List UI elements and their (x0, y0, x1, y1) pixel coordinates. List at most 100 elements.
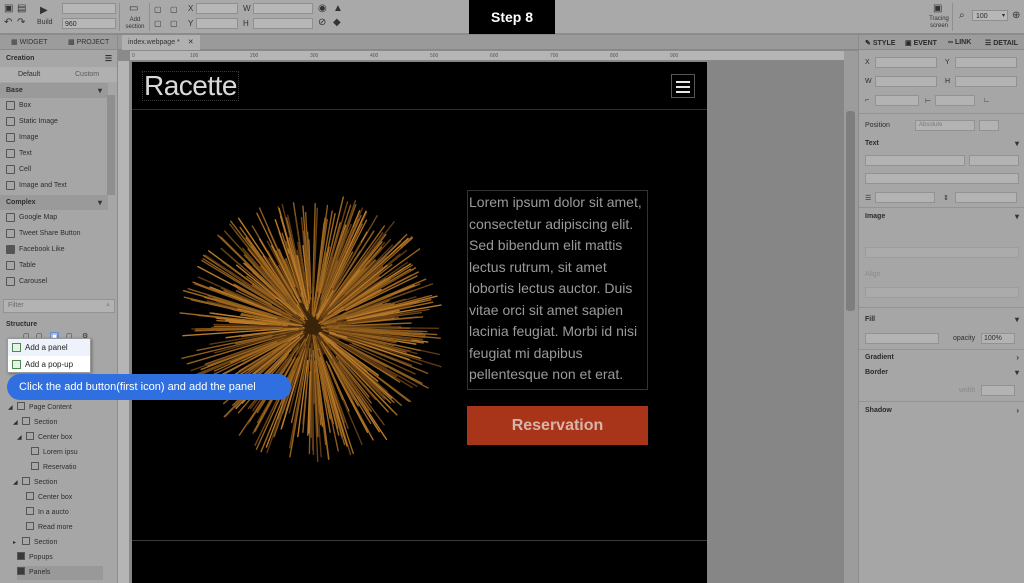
tab-detail[interactable]: ☰ DETAIL (985, 39, 1018, 47)
tab-style[interactable]: ✎ STYLE (865, 39, 895, 47)
widget-list-scrollbar[interactable] (107, 95, 115, 195)
design-canvas[interactable]: Racette Lorem ipsum dolor sit amet, cons… (130, 61, 844, 583)
widget-box[interactable]: Box (0, 98, 108, 113)
position-option[interactable] (979, 120, 999, 131)
canvas-scrollbar[interactable] (844, 51, 858, 583)
base-header[interactable]: Base ▾ (0, 83, 108, 98)
tab-event[interactable]: ▣ EVENT (905, 39, 937, 47)
letter-spacing-input[interactable] (955, 192, 1017, 203)
align-top-icon[interactable]: ▢ (154, 19, 162, 29)
width-select[interactable]: 960 (62, 18, 116, 29)
complex-header[interactable]: Complex ▾ (0, 195, 108, 210)
image-section[interactable]: Image ▾ (859, 210, 1024, 224)
x-input[interactable] (875, 57, 937, 68)
align-left-icon[interactable]: ▢ (154, 5, 162, 15)
border-section[interactable]: Border ▾ (859, 366, 1024, 380)
list-icon[interactable]: ☰ (105, 51, 112, 66)
image-options[interactable] (865, 247, 1019, 258)
save-icon[interactable]: ▣ (4, 4, 13, 14)
redo-icon[interactable]: ↷ (17, 18, 25, 28)
zoom-select[interactable]: 100 ▾ (972, 10, 1008, 21)
filter-input[interactable]: Filter ⌕ (3, 299, 115, 313)
y-field[interactable] (196, 18, 238, 29)
site-header[interactable]: Racette (132, 62, 707, 110)
widget-tweet-share[interactable]: Tweet Share Button (0, 226, 108, 241)
add-popup-item[interactable]: Add a pop-up (8, 356, 90, 373)
tab-index-webpage[interactable]: index.webpage * ✕ (122, 35, 200, 50)
tab-widget[interactable]: ▦ WIDGET (11, 38, 48, 46)
y-input[interactable] (955, 57, 1017, 68)
position-select[interactable]: Absolute (915, 120, 975, 131)
menu-icon[interactable] (671, 74, 695, 98)
border-width-input[interactable] (981, 385, 1015, 396)
tab-link[interactable]: ∞ LINK (948, 39, 971, 46)
align-middle-icon[interactable]: ▢ (170, 19, 178, 29)
tree-item-section[interactable]: ▸ Section (13, 536, 57, 550)
tree-item-page-content[interactable]: ◢ Page Content (8, 401, 72, 415)
visibility-icon[interactable]: ◉ (318, 4, 327, 14)
pasta-image[interactable] (172, 187, 452, 467)
tracing-screen-icon[interactable]: ▣ (933, 4, 942, 14)
spacing-input[interactable] (935, 95, 975, 106)
tree-item-text[interactable]: Lorem ipsu (31, 446, 78, 460)
corner-radius-input[interactable] (875, 95, 919, 106)
scrollbar-thumb[interactable] (846, 111, 855, 311)
widget-google-map[interactable]: Google Map (0, 210, 108, 225)
line-height-input[interactable] (875, 192, 935, 203)
w-field[interactable] (253, 3, 313, 14)
widget-carousel[interactable]: Carousel (0, 274, 108, 289)
widget-image-and-text[interactable]: Image and Text (0, 178, 108, 193)
font-select[interactable] (865, 155, 965, 166)
webpage-preview[interactable]: Racette Lorem ipsum dolor sit amet, cons… (132, 62, 707, 583)
opacity-input[interactable]: 100% (981, 333, 1015, 344)
widget-table[interactable]: Table (0, 258, 108, 273)
fill-icon[interactable]: ◆ (333, 18, 341, 28)
device-select[interactable] (62, 3, 116, 14)
lock-icon[interactable]: ▲ (333, 4, 343, 14)
font-size-select[interactable] (969, 155, 1019, 166)
gradient-section[interactable]: Gradient › (859, 351, 1024, 365)
shadow-section[interactable]: Shadow › (859, 404, 1024, 418)
tree-item-section[interactable]: ◢ Section (13, 476, 57, 490)
tree-item-panels[interactable]: Panels (17, 566, 103, 580)
add-section-icon[interactable]: ▭ (129, 4, 138, 14)
save-all-icon[interactable]: ▤ (17, 4, 26, 14)
close-icon[interactable]: ✕ (188, 39, 194, 46)
tree-item-text[interactable]: In a aucto (26, 506, 69, 520)
h-input[interactable] (955, 76, 1017, 87)
widget-static-image[interactable]: Static Image (0, 114, 108, 129)
tree-item-text[interactable]: Read more (26, 521, 73, 535)
add-section-button[interactable]: Add section (124, 17, 146, 31)
widget-image[interactable]: Image (0, 130, 108, 145)
site-logo[interactable]: Racette (142, 71, 239, 101)
add-panel-item[interactable]: Add a panel (8, 339, 90, 356)
align-options[interactable] (865, 287, 1019, 298)
build-button[interactable]: Build (37, 19, 53, 27)
tracing-screen-button[interactable]: Tracing screen (926, 16, 952, 30)
tree-item-section[interactable]: ◢ Section (13, 416, 57, 430)
tree-item-text[interactable]: Reservatio (31, 461, 76, 475)
w-input[interactable] (875, 76, 937, 87)
hide-icon[interactable]: ⊘ (318, 18, 326, 28)
subtab-custom[interactable]: Custom (75, 67, 99, 82)
zoom-in-icon[interactable]: ⊕ (1012, 11, 1020, 21)
lorem-text-box[interactable]: Lorem ipsum dolor sit amet, consectetur … (467, 190, 648, 390)
tree-item-center-box[interactable]: Center box (26, 491, 72, 505)
widget-facebook-like[interactable]: Facebook Like (0, 242, 108, 257)
x-field[interactable] (196, 3, 238, 14)
undo-icon[interactable]: ↶ (4, 18, 12, 28)
build-icon[interactable]: ▶ (40, 6, 48, 16)
reservation-button[interactable]: Reservation (467, 406, 648, 445)
fill-section[interactable]: Fill ▾ (859, 313, 1024, 327)
tree-item-popups[interactable]: Popups (17, 551, 53, 565)
h-field[interactable] (253, 18, 313, 29)
text-align-bar[interactable] (865, 173, 1019, 184)
subtab-default[interactable]: Default (18, 67, 40, 82)
text-section[interactable]: Text ▾ (859, 137, 1024, 151)
widget-cell[interactable]: Cell (0, 162, 108, 177)
fill-color-input[interactable] (865, 333, 939, 344)
tab-project[interactable]: ▩ PROJECT (68, 38, 109, 46)
tree-item-center-box[interactable]: ◢ Center box (17, 431, 72, 445)
widget-text[interactable]: Text (0, 146, 108, 161)
align-center-icon[interactable]: ▢ (170, 5, 178, 15)
